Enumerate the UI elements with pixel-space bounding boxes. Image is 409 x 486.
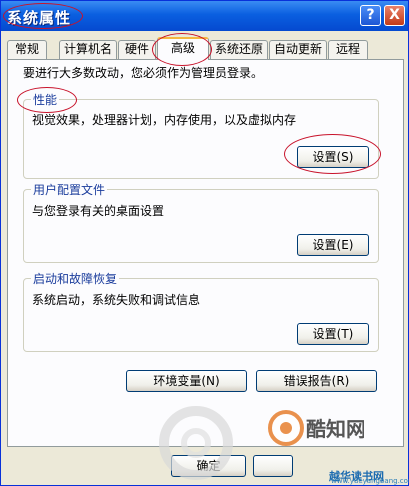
performance-description: 视觉效果，处理器计划，内存使用，以及虚拟内存 [32,113,297,127]
tab-remote[interactable]: 远程 [328,40,368,59]
error-reporting-button[interactable]: 错误报告(R) [256,370,377,392]
title-bar[interactable]: 系统属性 ? X [1,1,408,31]
watermark-main-icon: 酷知网 [268,410,364,446]
annotation-circle-tab [152,33,212,66]
watermark-big-text: 酷知网 [306,417,364,441]
system-properties-window: 系统属性 ? X 常规 计算机名 硬件 高级 系统还原 自动更新 远程 要进行大… [0,0,409,486]
tab-computer-name[interactable]: 计算机名 [59,40,117,59]
help-button[interactable]: ? [360,5,381,26]
watermark-logo-icon [159,406,233,480]
user-profiles-group: 用户配置文件 与您登录有关的桌面设置 设置(E) [23,181,379,263]
tab-general[interactable]: 常规 [7,40,47,59]
annotation-circle-settings [284,134,381,174]
admin-notice: 要进行大多数改动，您必须作为管理员登录。 [23,66,264,80]
tab-hardware[interactable]: 硬件 [118,40,156,59]
annotation-circle-title [3,3,83,29]
user-profiles-description: 与您登录有关的桌面设置 [32,204,165,218]
environment-variables-button[interactable]: 环境变量(N) [126,370,247,392]
startup-recovery-description: 系统启动，系统失败和调试信息 [32,293,201,307]
startup-recovery-settings-button[interactable]: 设置(T) [297,323,369,345]
tab-automatic-updates[interactable]: 自动更新 [269,40,327,59]
startup-recovery-group: 启动和故障恢复 系统启动，系统失败和调试信息 设置(T) [23,270,379,352]
tab-system-restore[interactable]: 系统还原 [210,40,268,59]
startup-recovery-group-label: 启动和故障恢复 [31,270,120,287]
user-profiles-group-label: 用户配置文件 [31,181,108,198]
watermark-site-text: www.yueyangbang.com [331,477,409,485]
user-profiles-settings-button[interactable]: 设置(E) [297,234,369,256]
annotation-circle-performance [17,87,77,113]
close-button[interactable]: X [384,5,405,26]
